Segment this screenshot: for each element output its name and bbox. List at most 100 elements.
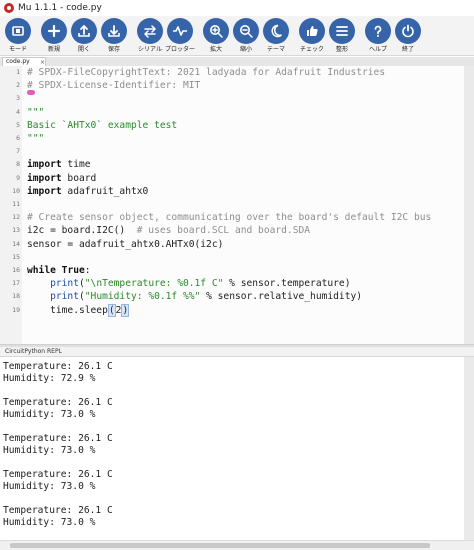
- code-line[interactable]: Basic `AHTx0` example test: [27, 119, 177, 132]
- code-line[interactable]: print("Humidity: %0.1f %%" % sensor.rela…: [27, 290, 362, 303]
- line-number: 6: [16, 134, 20, 142]
- code-editor[interactable]: 1 # SPDX-FileCopyrightText: 2021 ladyada …: [0, 66, 474, 344]
- toolbar-button-label: 新規: [47, 46, 60, 53]
- code-line[interactable]: i2c = board.I2C() # uses board.SCL and b…: [27, 224, 310, 237]
- toolbar-button-upload[interactable]: 開く: [69, 16, 99, 53]
- toolbar-button-list[interactable]: 整形: [327, 16, 357, 53]
- toolbar-button-label: 拡大: [209, 46, 222, 53]
- code-line[interactable]: sensor = adafruit_ahtx0.AHTx0(i2c): [27, 238, 223, 251]
- code-token: import: [27, 159, 62, 171]
- code-token: print: [50, 278, 79, 290]
- list-icon: [329, 18, 355, 44]
- toolbar: モード 新規 開く 保存 シリアル プロッター 拡大 縮小 テーマ チェック 整形 ヘルプ 終了: [0, 16, 474, 56]
- tab-code-py[interactable]: code.py ×: [2, 57, 46, 66]
- code-token: board: [61, 172, 97, 184]
- code-line[interactable]: print("\nTemperature: %0.1f C" % sensor.…: [27, 277, 350, 290]
- repl-line: Temperature: 26.1 C: [3, 433, 113, 444]
- code-token: # Create sensor object, communicating ov…: [27, 212, 432, 224]
- code-line[interactable]: while True:: [27, 264, 91, 277]
- code-line[interactable]: """: [27, 106, 44, 119]
- toolbar-button-pulse[interactable]: プロッター: [165, 16, 195, 53]
- toolbar-button-label: 縮小: [239, 46, 252, 53]
- zoom-in-icon: [203, 18, 229, 44]
- code-token: # SPDX-FileCopyrightText: 2021 ladyada f…: [27, 67, 386, 78]
- line-number: 10: [12, 186, 20, 195]
- toolbar-button-label: 保存: [107, 46, 120, 53]
- toolbar-button-mode[interactable]: モード: [3, 16, 33, 53]
- mu-logo-icon: [4, 3, 14, 13]
- thumbs-up-icon: [299, 18, 325, 44]
- code-line[interactable]: import time: [27, 158, 91, 171]
- code-token: # SPDX-License-Identifier: MIT: [27, 80, 201, 92]
- code-token: """: [27, 133, 45, 144]
- toolbar-button-label: 終了: [401, 46, 414, 53]
- code-line[interactable]: # Create sensor object, communicating ov…: [27, 211, 431, 224]
- repl-line: Humidity: 73.0 %: [3, 409, 96, 420]
- upload-icon: [71, 18, 97, 44]
- code-token: ): [121, 303, 130, 317]
- pulse-icon: [167, 18, 193, 44]
- toolbar-button-download[interactable]: 保存: [99, 16, 129, 53]
- toolbar-button-zoom-in[interactable]: 拡大: [201, 16, 231, 53]
- code-token: print: [50, 291, 79, 303]
- line-number: 12: [12, 213, 20, 222]
- toolbar-button-label: プロッター: [165, 46, 196, 53]
- repl-line: Humidity: 73.0 %: [3, 445, 96, 456]
- code-token: sensor = adafruit_ahtx0.AHTx0(i2c): [27, 238, 224, 250]
- plus-icon: [41, 18, 67, 44]
- code-token: adafruit_ahtx0: [61, 185, 149, 197]
- line-number: 5: [16, 120, 20, 129]
- arrows-icon: [137, 18, 163, 44]
- scrollbar-thumb[interactable]: [10, 543, 430, 548]
- help-icon: [365, 18, 391, 44]
- repl-line: Temperature: 26.1 C: [3, 361, 113, 372]
- line-number: 1: [16, 68, 20, 76]
- code-token: % sensor.temperature): [223, 278, 351, 290]
- line-number: 3: [16, 94, 20, 103]
- line-number: 4: [16, 107, 20, 116]
- code-line[interactable]: """: [27, 132, 44, 145]
- code-token: import: [27, 172, 62, 184]
- toolbar-button-moon[interactable]: テーマ: [261, 16, 291, 53]
- code-token: i2c = board.I2C(): [27, 225, 137, 237]
- repl-pane-title: CircuitPython REPL: [0, 347, 474, 357]
- code-token: True: [61, 265, 85, 276]
- power-icon: [395, 18, 421, 44]
- title-bar: Mu 1.1.1 - code.py: [0, 0, 474, 16]
- code-token: "Humidity: %0.1f %%": [84, 291, 201, 303]
- code-line[interactable]: time.sleep(2): [27, 303, 130, 317]
- repl-line: Temperature: 26.1 C: [3, 397, 113, 408]
- code-line[interactable]: import adafruit_ahtx0: [27, 185, 148, 198]
- repl-line: Temperature: 26.1 C: [3, 505, 113, 516]
- line-number: 13: [12, 226, 20, 235]
- code-line[interactable]: # SPDX-License-Identifier: MIT: [27, 79, 200, 92]
- code-line[interactable]: # SPDX-FileCopyrightText: 2021 ladyada f…: [27, 66, 385, 79]
- code-line[interactable]: import board: [27, 172, 96, 185]
- tab-strip: code.py ×: [0, 57, 474, 66]
- toolbar-button-arrows[interactable]: シリアル: [135, 16, 165, 53]
- toolbar-button-zoom-out[interactable]: 縮小: [231, 16, 261, 53]
- toolbar-button-label: モード: [8, 46, 27, 53]
- code-token: (: [107, 303, 116, 317]
- toolbar-button-label: ヘルプ: [368, 46, 387, 53]
- toolbar-button-power[interactable]: 終了: [393, 16, 423, 53]
- close-tab-icon[interactable]: ×: [40, 59, 45, 66]
- line-number: 7: [16, 147, 20, 156]
- repl-line: Temperature: 26.1 C: [3, 469, 113, 480]
- toolbar-button-help[interactable]: ヘルプ: [363, 16, 393, 53]
- code-token: time: [61, 159, 91, 171]
- download-icon: [101, 18, 127, 44]
- window-title: Mu 1.1.1 - code.py: [18, 3, 102, 13]
- toolbar-button-plus[interactable]: 新規: [39, 16, 69, 53]
- code-token: while: [27, 265, 56, 276]
- toolbar-button-thumbs-up[interactable]: チェック: [297, 16, 327, 53]
- line-number: 16: [12, 266, 20, 274]
- code-token: "\nTemperature: %0.1f C": [84, 278, 224, 290]
- code-token: import: [27, 185, 62, 197]
- repl-output[interactable]: Temperature: 26.1 C Humidity: 72.9 % Tempe…: [0, 357, 474, 540]
- repl-line: Humidity: 72.9 %: [3, 373, 96, 384]
- line-number: 9: [16, 173, 20, 182]
- code-token: % sensor.relative_humidity): [200, 291, 363, 303]
- horizontal-scrollbar[interactable]: [0, 540, 474, 550]
